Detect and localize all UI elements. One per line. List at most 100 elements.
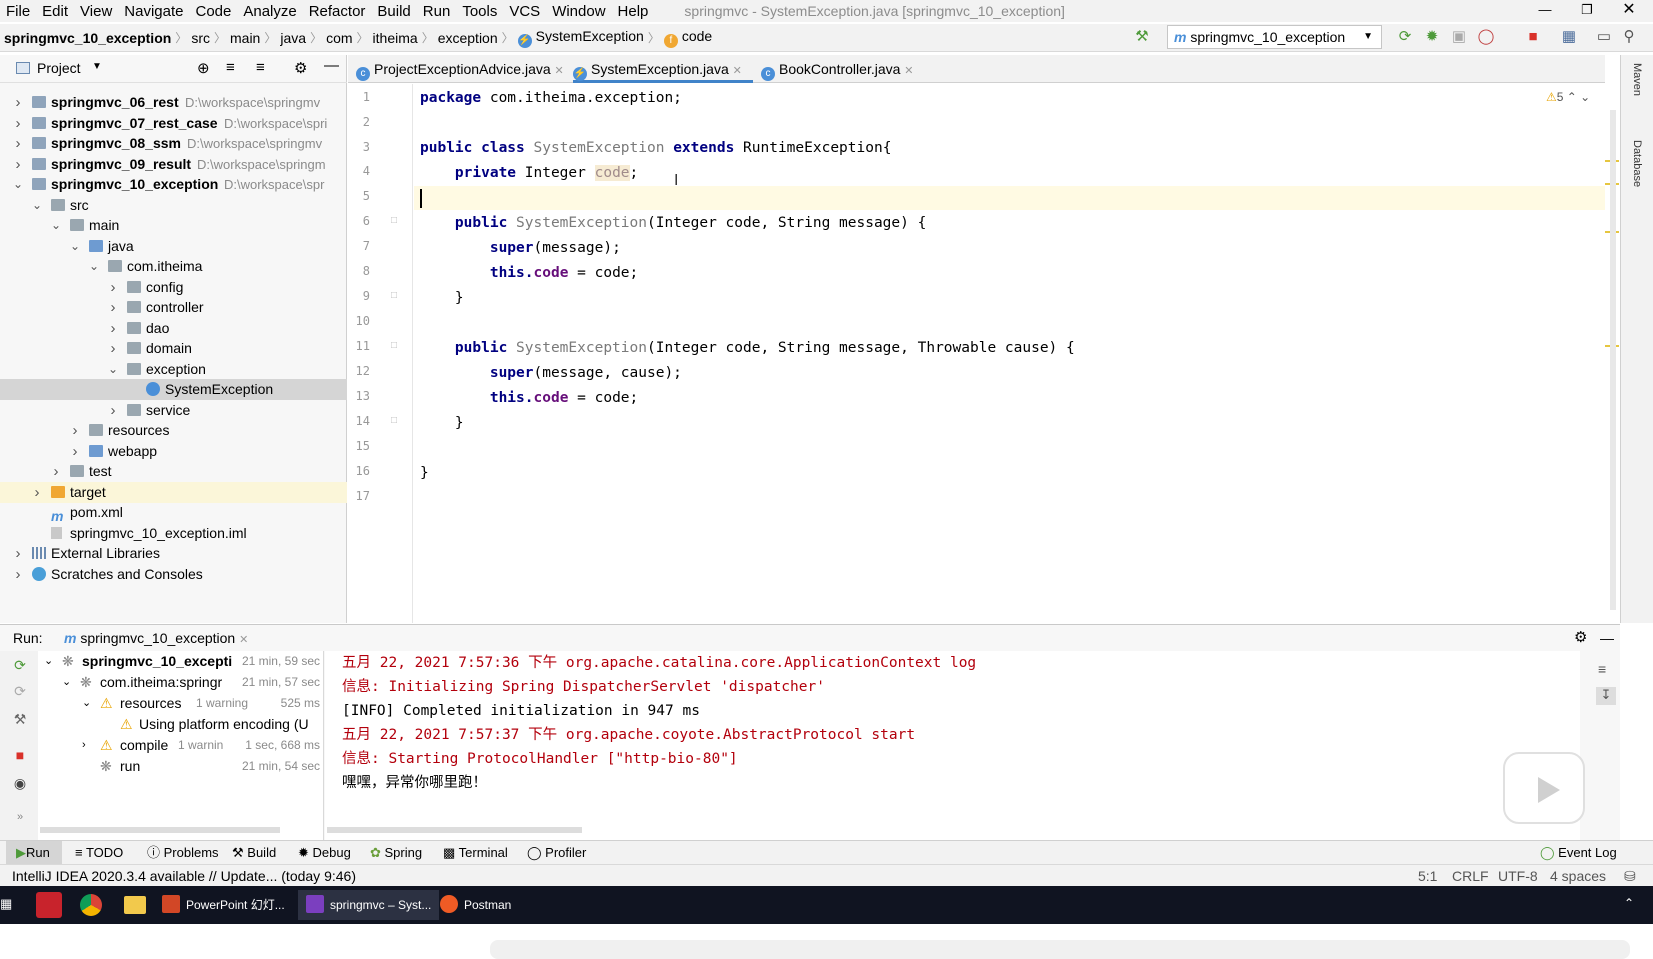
eye-icon[interactable]: ◉ <box>12 775 28 791</box>
tree-item-folder-src[interactable]: ⌄ src <box>0 195 347 216</box>
hide-panel-icon[interactable]: — <box>1600 625 1614 651</box>
tree-item-module-springmvc-09-result[interactable]: › springmvc_09_result D:\workspace\springm <box>0 154 347 175</box>
run-config-select[interactable]: m springmvc_10_exception ▼ <box>1167 25 1382 49</box>
chevron-right-icon[interactable]: › <box>12 133 24 154</box>
tree-item-module-springmvc-07-rest-case[interactable]: › springmvc_07_rest_case D:\workspace\spri <box>0 113 347 134</box>
tool-tab-debug[interactable]: ✹ Debug <box>298 841 351 865</box>
caret-position[interactable]: 5:1 <box>1418 865 1437 887</box>
tab-projectexceptionadvice[interactable]: c ProjectExceptionAdvice.java ✕ <box>356 55 566 83</box>
comment-bar[interactable] <box>490 940 1630 959</box>
breadcrumb-exception[interactable]: exception <box>434 30 502 46</box>
gear-icon[interactable]: ⚙ <box>294 59 307 77</box>
tree-item-module-springmvc-10-exception[interactable]: ⌄ springmvc_10_exception D:\workspace\spr <box>0 174 347 195</box>
run-tree-item[interactable]: ⌄ ❋ com.itheima:springr 21 min, 57 sec <box>38 672 324 693</box>
breadcrumb-itheima[interactable]: itheima <box>369 30 422 46</box>
tree-item-folder-main[interactable]: ⌄ main <box>0 215 347 236</box>
hide-panel-icon[interactable]: — <box>324 57 339 74</box>
tool-tab-run[interactable]: ▶Run <box>6 841 62 865</box>
menu-vcs[interactable]: VCS <box>503 3 546 20</box>
taskbar-postman[interactable]: Postman <box>440 890 511 920</box>
tree-item-file-iml[interactable]: springmvc_10_exception.iml <box>0 523 347 544</box>
gear-icon[interactable]: ⚙ <box>1574 625 1587 651</box>
close-tab-icon[interactable]: ✕ <box>239 634 248 646</box>
breadcrumb-project[interactable]: springmvc_10_exception <box>0 30 175 46</box>
tree-item-folder-resources[interactable]: › resources <box>0 420 347 441</box>
search-icon[interactable]: ⚲ <box>1620 28 1638 46</box>
fold-icon[interactable]: □ <box>391 340 397 351</box>
tool-tab-problems[interactable]: ⓘ Problems <box>147 841 219 865</box>
line-separator[interactable]: CRLF <box>1452 865 1489 887</box>
chevron-down-icon[interactable]: ⌄ <box>88 256 100 277</box>
chevron-right-icon[interactable]: › <box>12 113 24 134</box>
indent-setting[interactable]: 4 spaces <box>1550 865 1606 887</box>
chevron-down-icon[interactable]: ⌄ <box>107 359 119 380</box>
status-message[interactable]: IntelliJ IDEA 2020.3.4 available // Upda… <box>12 865 356 887</box>
chevron-right-icon[interactable]: › <box>69 420 81 441</box>
chrome-icon[interactable] <box>80 894 102 916</box>
database-tool-button[interactable]: Database <box>1631 140 1643 187</box>
menu-tools[interactable]: Tools <box>456 3 503 20</box>
chevron-right-icon[interactable]: › <box>107 318 119 339</box>
run-tree-item[interactable]: ❋ run 21 min, 54 sec <box>38 756 324 777</box>
stop-icon[interactable]: ■ <box>12 747 28 763</box>
tool-tab-terminal[interactable]: ▩ Terminal <box>443 841 508 865</box>
fold-icon[interactable]: □ <box>391 415 397 426</box>
tool-tab-spring[interactable]: ✿ Spring <box>370 841 422 865</box>
chevron-right-icon[interactable]: › <box>69 441 81 462</box>
run-tree-item[interactable]: ⚠ Using platform encoding (U <box>38 714 324 735</box>
tree-item-package-dao[interactable]: › dao <box>0 318 347 339</box>
lock-icon[interactable]: ⛁ <box>1624 865 1636 887</box>
tree-item-package-controller[interactable]: › controller <box>0 297 347 318</box>
tray-chevron-icon[interactable]: ⌃ <box>1624 896 1634 910</box>
wrench-icon[interactable]: ⚒ <box>12 711 28 727</box>
horizontal-scrollbar[interactable] <box>327 827 582 833</box>
chevron-right-icon[interactable]: › <box>107 277 119 298</box>
tree-item-external-libraries[interactable]: › External Libraries <box>0 543 347 564</box>
expand-all-icon[interactable]: ≡ <box>226 59 235 76</box>
tree-item-scratches-and-consoles[interactable]: › Scratches and Consoles <box>0 564 347 585</box>
breadcrumb-code[interactable]: f code <box>660 28 716 48</box>
project-structure-icon[interactable]: ▦ <box>1560 28 1578 46</box>
chevron-down-icon[interactable]: ▼ <box>92 61 102 72</box>
windows-start-icon[interactable]: ▦ <box>0 896 14 912</box>
chevron-right-icon[interactable]: › <box>12 543 24 564</box>
run-tree-item[interactable]: › ⚠ compile 1 warnin 1 sec, 668 ms <box>38 735 324 756</box>
chevron-right-icon[interactable]: › <box>107 400 119 421</box>
coverage-icon[interactable]: ▣ <box>1450 28 1468 46</box>
video-play-button[interactable] <box>1503 752 1585 824</box>
tool-tab-event-log[interactable]: ◯ Event Log <box>1540 841 1617 865</box>
tree-item-class-systemexception[interactable]: SystemException <box>0 379 347 400</box>
fold-icon[interactable]: □ <box>391 215 397 226</box>
tree-item-package-domain[interactable]: › domain <box>0 338 347 359</box>
taskbar-intellij[interactable]: springmvc – Syst... <box>298 890 440 920</box>
tree-item-file-pom-xml[interactable]: m pom.xml <box>0 502 347 523</box>
tab-systemexception[interactable]: ⚡ SystemException.java ✕ <box>573 55 753 83</box>
project-view-select[interactable]: Project <box>37 60 81 76</box>
chevron-right-icon[interactable]: › <box>107 338 119 359</box>
rerun-icon[interactable]: ⟳ <box>12 657 28 673</box>
tree-item-package-com-itheima[interactable]: ⌄ com.itheima <box>0 256 347 277</box>
menu-view[interactable]: View <box>74 3 118 20</box>
file-explorer-icon[interactable] <box>124 896 146 914</box>
breadcrumb-main[interactable]: main <box>226 30 264 46</box>
close-tab-icon[interactable]: ✕ <box>904 65 913 77</box>
chevron-right-icon[interactable]: › <box>12 92 24 113</box>
chevron-right-icon[interactable]: › <box>12 154 24 175</box>
chevron-down-icon[interactable]: ⌄ <box>69 236 81 257</box>
menu-help[interactable]: Help <box>612 3 655 20</box>
tab-bookcontroller[interactable]: c BookController.java ✕ <box>761 55 931 83</box>
chevron-right-icon[interactable]: › <box>50 461 62 482</box>
restore-icon[interactable]: ❐ <box>1572 0 1602 22</box>
taskbar-powerpoint[interactable]: PowerPoint 幻灯... <box>162 890 285 920</box>
menu-refactor[interactable]: Refactor <box>303 3 372 20</box>
tool-tab-build[interactable]: ⚒ Build <box>232 841 276 865</box>
run-tree-item[interactable]: ⌄ ❋ springmvc_10_excepti 21 min, 59 sec <box>38 651 324 672</box>
tree-item-folder-webapp[interactable]: › webapp <box>0 441 347 462</box>
chevron-right-icon[interactable]: › <box>12 564 24 585</box>
chevron-down-icon[interactable]: ⌄ <box>12 174 24 195</box>
build-hammer-icon[interactable]: ⚒ <box>1133 28 1151 46</box>
rerun-failed-icon[interactable]: ⟳ <box>12 683 28 699</box>
menu-run[interactable]: Run <box>417 3 457 20</box>
breadcrumb-com[interactable]: com <box>322 30 356 46</box>
horizontal-scrollbar[interactable] <box>40 827 280 833</box>
